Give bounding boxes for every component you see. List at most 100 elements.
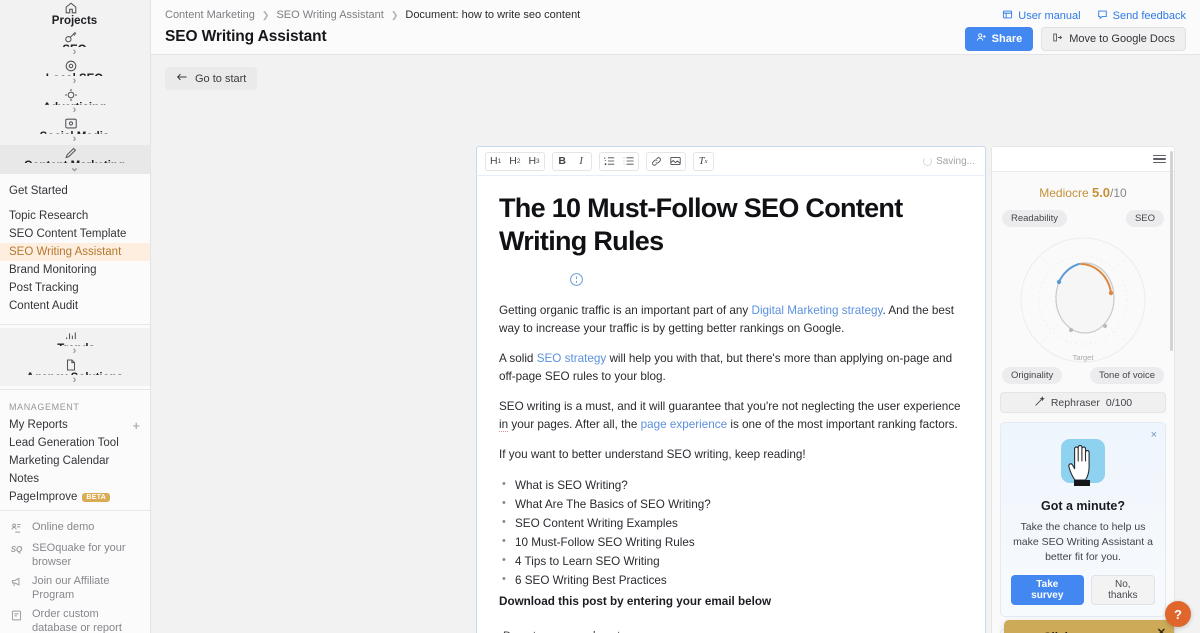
list-item: What Are The Basics of SEO Writing?	[499, 495, 963, 514]
digital-marketing-strategy-link[interactable]: Digital Marketing strategy	[752, 304, 883, 317]
sidebar-item-order-custom-report[interactable]: Order custom database or report	[0, 605, 150, 633]
sidebar-item-social-media[interactable]: Social Media ›	[0, 116, 150, 145]
bold-button[interactable]: B	[553, 153, 572, 170]
add-user-icon	[976, 32, 987, 46]
p3-text-b: your pages. After all, the	[508, 417, 641, 431]
sidebar-subitem-label: My Reports	[9, 419, 68, 431]
sidebar-item-my-reports[interactable]: My Reports +	[0, 416, 150, 434]
sidebar-item-agency-solutions[interactable]: Agency Solutions ›	[0, 357, 150, 386]
heading-2-button[interactable]: H2	[505, 153, 524, 170]
home-icon	[63, 0, 78, 15]
sidebar-item-marketing-calendar[interactable]: Marketing Calendar	[0, 452, 150, 470]
user-manual-link[interactable]: User manual	[1002, 9, 1081, 23]
no-thanks-button[interactable]: No, thanks	[1090, 575, 1155, 605]
heading-3-button[interactable]: H3	[524, 153, 543, 170]
score-word: Mediocre	[1039, 186, 1089, 200]
spellcheck-highlight[interactable]: in	[499, 417, 509, 432]
sidebar-subitem-label: Marketing Calendar	[9, 455, 110, 467]
arrow-left-icon	[176, 72, 188, 85]
sidebar-item-get-started[interactable]: Get Started	[0, 182, 150, 200]
breadcrumb-item-content-marketing[interactable]: Content Marketing	[165, 9, 255, 21]
info-icon[interactable]	[569, 272, 963, 292]
seoquake-icon: SQ	[10, 544, 23, 554]
share-button[interactable]: Share	[964, 27, 1034, 51]
plus-icon[interactable]: +	[132, 419, 140, 432]
survey-title: Got a minute?	[1040, 499, 1126, 513]
metric-pill-readability[interactable]: Readability	[1002, 210, 1067, 227]
sidebar-subitem-label: Brand Monitoring	[9, 264, 97, 276]
sidebar-item-seo[interactable]: SEO ›	[0, 29, 150, 58]
sidebar-item-affiliate-program[interactable]: Join our Affiliate Program	[0, 572, 150, 605]
sidebar-subitem-label: Content Audit	[9, 300, 79, 312]
sidebar-item-content-marketing[interactable]: Content Marketing ⌄	[0, 145, 150, 174]
go-to-start-button[interactable]: Go to start	[165, 67, 258, 90]
sidebar-item-post-tracking[interactable]: Post Tracking	[0, 279, 150, 297]
user-manual-label: User manual	[1018, 10, 1081, 22]
close-icon[interactable]: ×	[1151, 429, 1157, 441]
metric-pill-seo[interactable]: SEO	[1125, 210, 1164, 227]
rephraser-button[interactable]: Rephraser 0/100	[1000, 392, 1166, 413]
sidebar-subitem-label: PageImprove	[9, 491, 78, 503]
clear-format-group: Tx	[692, 151, 714, 171]
list-group	[598, 151, 639, 171]
top-header: Content Marketing ❯ SEO Writing Assistan…	[151, 0, 1200, 55]
sidebar-subitem-label: Notes	[9, 473, 40, 485]
score-denominator: /10	[1110, 186, 1127, 200]
document-paragraph-3: SEO writing is a must, and it will guara…	[499, 398, 963, 433]
image-icon[interactable]	[666, 153, 685, 170]
sidebar-item-trends[interactable]: .Trends ›	[0, 328, 150, 357]
overall-score: Mediocre 5.0/10	[1000, 185, 1166, 200]
target-icon	[63, 87, 78, 102]
h1-label: H	[490, 155, 498, 167]
ordered-list-icon[interactable]	[600, 153, 619, 170]
h3-label: H	[528, 155, 537, 167]
sidebar-item-local-seo[interactable]: Local SEO ›	[0, 58, 150, 87]
breadcrumb-item-seo-writing-assistant[interactable]: SEO Writing Assistant	[276, 9, 383, 21]
sidebar-item-seo-writing-assistant[interactable]: SEO Writing Assistant	[0, 243, 150, 261]
chevron-down-icon: ⌄	[69, 162, 80, 174]
sidebar-item-projects[interactable]: Projects	[0, 0, 150, 29]
sidebar-subitem-label: SEO Content Template	[9, 228, 127, 240]
score-panel: Mediocre 5.0/10 Readability SEO Original…	[991, 146, 1175, 633]
chevron-right-icon: ›	[72, 104, 77, 116]
close-icon[interactable]: ✕	[1157, 626, 1166, 633]
editor-document[interactable]: The 10 Must-Follow SEO Content Writing R…	[476, 175, 986, 633]
sidebar-item-topic-research[interactable]: Topic Research	[0, 207, 150, 225]
clear-format-sub: x	[704, 157, 708, 165]
move-to-google-docs-button[interactable]: Move to Google Docs	[1041, 27, 1186, 51]
sidebar-item-brand-monitoring[interactable]: Brand Monitoring	[0, 261, 150, 279]
sidebar-item-lead-generation-tool[interactable]: Lead Generation Tool	[0, 434, 150, 452]
sidebar: Projects SEO › Local SEO › Advertising ›…	[0, 0, 151, 633]
chevron-right-icon: ›	[72, 374, 77, 386]
sidebar-item-content-audit[interactable]: Content Audit	[0, 297, 150, 315]
sidebar-item-advertising[interactable]: Advertising ›	[0, 87, 150, 116]
sidebar-item-online-demo[interactable]: Online demo	[0, 518, 150, 539]
report-icon	[9, 608, 24, 623]
seo-strategy-link[interactable]: SEO strategy	[537, 352, 607, 365]
sidebar-subitem-label: SEO Writing Assistant	[9, 246, 122, 258]
bullet-list-icon[interactable]	[619, 153, 638, 170]
page-experience-link[interactable]: page experience	[641, 418, 727, 431]
radar-target-label: Target	[1073, 353, 1095, 362]
italic-button[interactable]: I	[572, 153, 591, 170]
sidebar-item-notes[interactable]: Notes	[0, 470, 150, 488]
sidebar-item-pageimprove[interactable]: PageImprove Beta	[0, 488, 150, 506]
p2-text-a: A solid	[499, 352, 537, 365]
help-button[interactable]: ?	[1165, 601, 1191, 627]
menu-icon[interactable]	[1153, 152, 1166, 166]
sidebar-subitem-label: Post Tracking	[9, 282, 79, 294]
panel-scrollbar[interactable]	[1170, 151, 1173, 351]
send-feedback-link[interactable]: Send feedback	[1097, 9, 1186, 23]
sidebar-item-seoquake[interactable]: SQ SEOquake for your browser	[0, 539, 150, 572]
take-survey-button[interactable]: Take survey	[1011, 575, 1084, 605]
clear-formatting-button[interactable]: Tx	[694, 153, 713, 170]
h3-sub: 3	[536, 157, 540, 165]
main-area: Content Marketing ❯ SEO Writing Assistan…	[151, 0, 1200, 633]
document-paragraph-1: Getting organic traffic is an important …	[499, 302, 963, 337]
link-icon[interactable]	[647, 153, 666, 170]
pencil-icon	[63, 145, 78, 160]
hand-icon	[1061, 439, 1105, 486]
heading-1-button[interactable]: H1	[486, 153, 505, 170]
status-badge: Beta	[82, 492, 111, 502]
sidebar-item-seo-content-template[interactable]: SEO Content Template	[0, 225, 150, 243]
